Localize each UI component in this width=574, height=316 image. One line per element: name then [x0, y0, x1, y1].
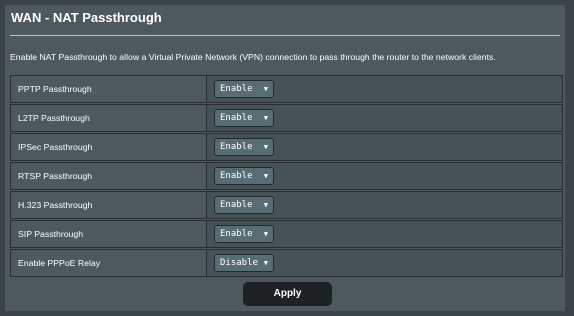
- dropdown-arrow-icon: ▼: [263, 230, 268, 238]
- select-value: Enable: [220, 113, 253, 123]
- dropdown-arrow-icon: ▼: [263, 201, 268, 209]
- l2tp-passthrough-select[interactable]: Enable ▼: [214, 109, 274, 127]
- select-value: Enable: [220, 142, 253, 152]
- setting-value-cell: Enable ▼: [207, 75, 563, 103]
- dropdown-arrow-icon: ▼: [263, 172, 268, 180]
- title-divider: [10, 35, 560, 36]
- select-value: Enable: [220, 84, 253, 94]
- setting-value-cell: Enable ▼: [207, 104, 563, 132]
- setting-value-cell: Enable ▼: [207, 191, 563, 219]
- apply-button[interactable]: Apply: [243, 282, 332, 306]
- setting-row-pppoe-relay: Enable PPPoE Relay Disable ▼: [10, 249, 563, 278]
- setting-row-sip: SIP Passthrough Enable ▼: [10, 220, 563, 249]
- setting-row-rtsp: RTSP Passthrough Enable ▼: [10, 162, 563, 191]
- setting-label: PPTP Passthrough: [10, 75, 207, 103]
- setting-value-cell: Disable ▼: [207, 249, 563, 277]
- setting-value-cell: Enable ▼: [207, 220, 563, 248]
- dropdown-arrow-icon: ▼: [263, 114, 268, 122]
- settings-panel: WAN - NAT Passthrough Enable NAT Passthr…: [5, 5, 565, 311]
- description-text: Enable NAT Passthrough to allow a Virtua…: [10, 52, 496, 62]
- page-title: WAN - NAT Passthrough: [11, 10, 162, 25]
- ipsec-passthrough-select[interactable]: Enable ▼: [214, 138, 274, 156]
- setting-label: IPSec Passthrough: [10, 133, 207, 161]
- setting-row-pptp: PPTP Passthrough Enable ▼: [10, 75, 563, 104]
- setting-label: Enable PPPoE Relay: [10, 249, 207, 277]
- sip-passthrough-select[interactable]: Enable ▼: [214, 225, 274, 243]
- setting-label: H.323 Passthrough: [10, 191, 207, 219]
- setting-label: L2TP Passthrough: [10, 104, 207, 132]
- select-value: Enable: [220, 229, 253, 239]
- setting-label: SIP Passthrough: [10, 220, 207, 248]
- setting-label: RTSP Passthrough: [10, 162, 207, 190]
- select-value: Enable: [220, 200, 253, 210]
- select-value: Enable: [220, 171, 253, 181]
- page-frame: WAN - NAT Passthrough Enable NAT Passthr…: [0, 0, 574, 316]
- dropdown-arrow-icon: ▼: [263, 259, 268, 267]
- setting-value-cell: Enable ▼: [207, 133, 563, 161]
- setting-row-ipsec: IPSec Passthrough Enable ▼: [10, 133, 563, 162]
- rtsp-passthrough-select[interactable]: Enable ▼: [214, 167, 274, 185]
- select-value: Disable: [220, 258, 258, 268]
- setting-value-cell: Enable ▼: [207, 162, 563, 190]
- pppoe-relay-select[interactable]: Disable ▼: [214, 254, 274, 272]
- setting-row-l2tp: L2TP Passthrough Enable ▼: [10, 104, 563, 133]
- dropdown-arrow-icon: ▼: [263, 143, 268, 151]
- dropdown-arrow-icon: ▼: [263, 85, 268, 93]
- setting-row-h323: H.323 Passthrough Enable ▼: [10, 191, 563, 220]
- pptp-passthrough-select[interactable]: Enable ▼: [214, 80, 274, 98]
- h323-passthrough-select[interactable]: Enable ▼: [214, 196, 274, 214]
